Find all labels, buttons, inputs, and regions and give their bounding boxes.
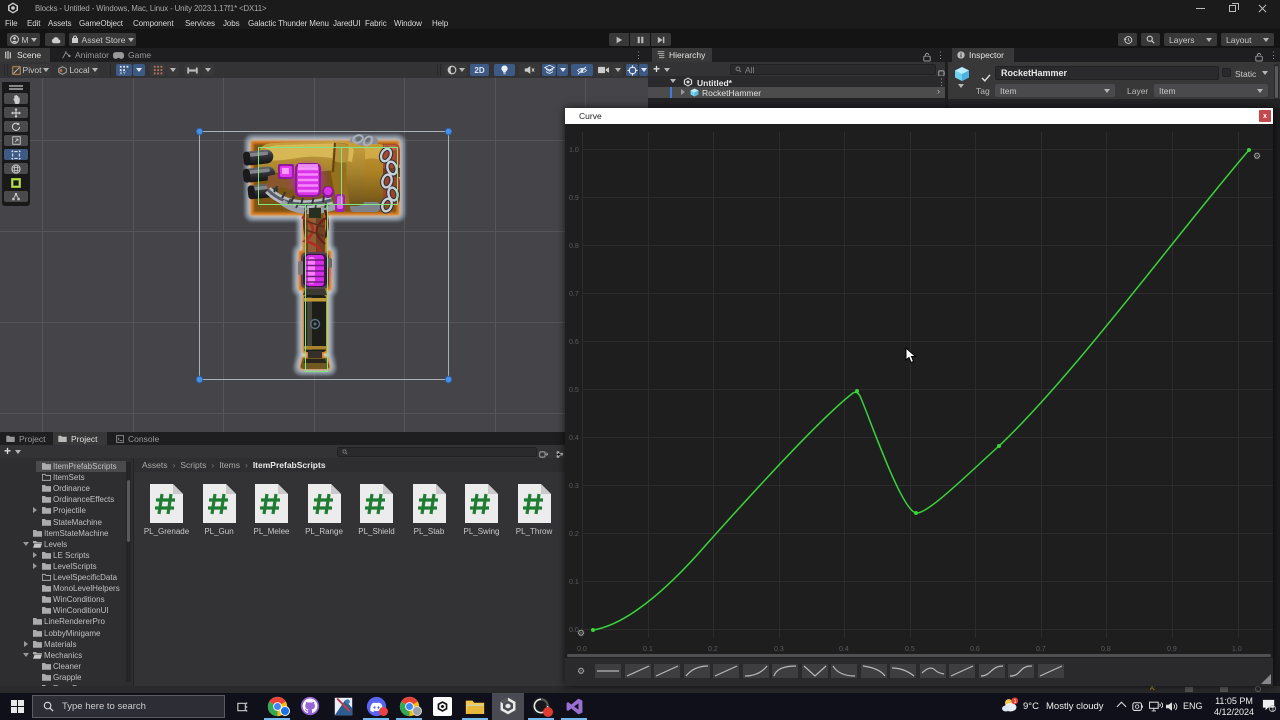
svg-text:0.4: 0.4 xyxy=(569,435,579,442)
svg-text:0.8: 0.8 xyxy=(1101,646,1111,653)
svg-text:0.8: 0.8 xyxy=(569,243,579,250)
svg-text:0.7: 0.7 xyxy=(569,291,579,298)
svg-text:0.9: 0.9 xyxy=(569,195,579,202)
svg-text:0.5: 0.5 xyxy=(569,387,579,394)
svg-text:1.0: 1.0 xyxy=(1232,646,1242,653)
svg-text:0.2: 0.2 xyxy=(569,531,579,538)
svg-text:0.9: 0.9 xyxy=(1167,646,1177,653)
svg-text:0.3: 0.3 xyxy=(569,483,579,490)
svg-text:0.3: 0.3 xyxy=(774,646,784,653)
svg-text:Y: Y xyxy=(123,71,126,75)
svg-text:0.7: 0.7 xyxy=(1036,646,1046,653)
svg-text:0.0: 0.0 xyxy=(577,646,587,653)
svg-text:0.6: 0.6 xyxy=(569,339,579,346)
svg-text:0.1: 0.1 xyxy=(569,579,579,586)
svg-text:1.0: 1.0 xyxy=(569,147,579,154)
svg-text:0.6: 0.6 xyxy=(970,646,980,653)
svg-text:0.5: 0.5 xyxy=(905,646,915,653)
svg-text:0.4: 0.4 xyxy=(839,646,849,653)
svg-text:1: 1 xyxy=(1013,699,1016,705)
svg-text:0.2: 0.2 xyxy=(708,646,718,653)
svg-text:0.1: 0.1 xyxy=(643,646,653,653)
svg-text:X: X xyxy=(119,71,122,75)
